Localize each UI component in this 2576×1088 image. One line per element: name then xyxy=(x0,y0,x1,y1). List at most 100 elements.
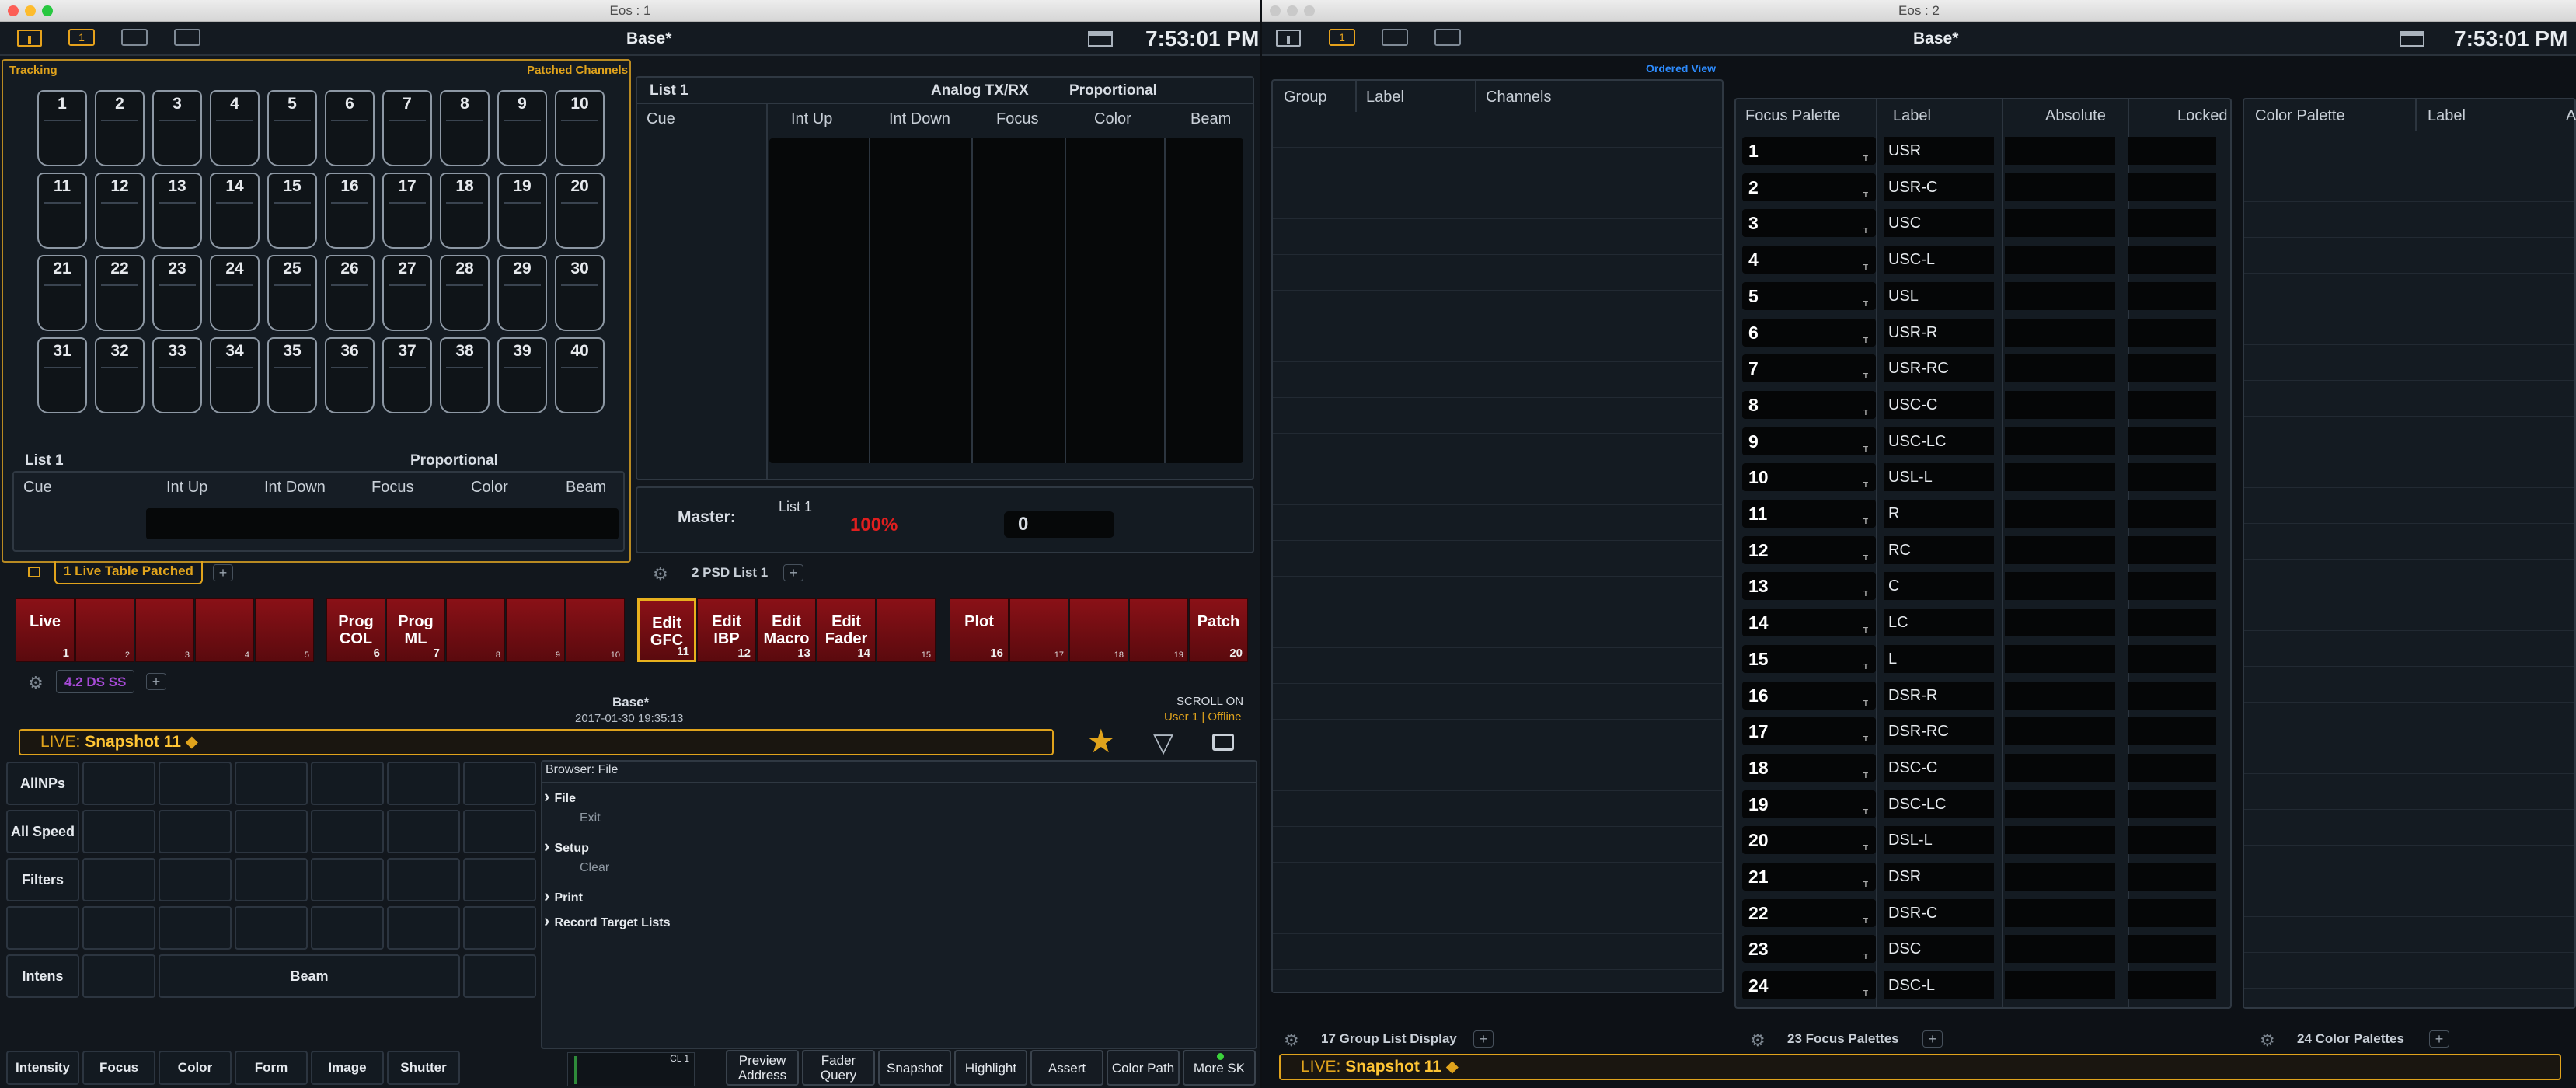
focus-palette-row[interactable]: 21 DSR xyxy=(1742,860,2227,894)
param-shutter-button[interactable]: Shutter xyxy=(387,1051,460,1085)
focus-palette-row[interactable]: 15 L xyxy=(1742,642,2227,676)
focus-palette-row[interactable]: 7 USR-RC xyxy=(1742,351,2227,385)
softkey-12[interactable]: Edit IBP 12 xyxy=(697,598,756,662)
softkey-snapshot[interactable]: Snapshot xyxy=(878,1050,951,1086)
palette-number[interactable]: 14 xyxy=(1742,609,1876,637)
palette-label[interactable]: DSR-R xyxy=(1884,681,1994,710)
palette-number[interactable]: 15 xyxy=(1742,644,1876,673)
gear-icon-ds[interactable]: ⚙ xyxy=(28,673,44,693)
focus-palette-row[interactable]: 10 USL-L xyxy=(1742,460,2227,494)
direct-select-2-3[interactable] xyxy=(235,858,308,901)
palette-number[interactable]: 8 xyxy=(1742,390,1876,419)
palette-number[interactable]: 9 xyxy=(1742,427,1876,455)
channel-30[interactable]: 30 xyxy=(555,255,605,331)
focus-palette-row[interactable]: 13 C xyxy=(1742,569,2227,603)
channel-31[interactable]: 31 xyxy=(37,337,87,413)
focus-palette-row[interactable]: 22 DSR-C xyxy=(1742,896,2227,930)
palette-number[interactable]: 18 xyxy=(1742,753,1876,782)
tab-color-palettes[interactable]: 24 Color Palettes xyxy=(2289,1027,2412,1051)
palette-label[interactable]: LC xyxy=(1884,609,1994,637)
direct-select-2-5[interactable] xyxy=(387,858,460,901)
palette-number[interactable]: 7 xyxy=(1742,354,1876,383)
channel-36[interactable]: 36 xyxy=(325,337,375,413)
focus-palette-row[interactable]: 9 USC-LC xyxy=(1742,424,2227,459)
focus-palette-row[interactable]: 12 RC xyxy=(1742,533,2227,567)
channel-37[interactable]: 37 xyxy=(382,337,432,413)
palette-label[interactable]: USC-LC xyxy=(1884,427,1994,455)
direct-select-3-1[interactable] xyxy=(82,906,155,950)
palette-number[interactable]: 19 xyxy=(1742,790,1876,818)
add-tab-button[interactable]: + xyxy=(213,564,233,581)
star-icon[interactable]: ★ xyxy=(1086,724,1116,758)
palette-number[interactable]: 13 xyxy=(1742,572,1876,601)
channel-39[interactable]: 39 xyxy=(497,337,547,413)
palette-label[interactable]: USL xyxy=(1884,281,1994,310)
palette-number[interactable]: 10 xyxy=(1742,463,1876,492)
palette-label[interactable]: USR-C xyxy=(1884,173,1994,201)
softkey-color-path[interactable]: Color Path xyxy=(1107,1050,1180,1086)
focus-palette-row[interactable]: 1 USR xyxy=(1742,134,2227,168)
softkey-17[interactable]: 17 xyxy=(1009,598,1068,662)
focus-palette-row[interactable]: 17 DSR-RC xyxy=(1742,714,2227,748)
softkey-10[interactable]: 10 xyxy=(566,598,625,662)
focus-palette-row[interactable]: 16 DSR-R xyxy=(1742,678,2227,713)
softkey-20[interactable]: Patch 20 xyxy=(1189,598,1248,662)
palette-label[interactable]: USR-R xyxy=(1884,318,1994,347)
zoom-window-icon-2[interactable] xyxy=(1304,5,1315,16)
direct-select-0-3[interactable] xyxy=(235,762,308,805)
channel-21[interactable]: 21 xyxy=(37,255,87,331)
palette-label[interactable]: USR xyxy=(1884,137,1994,165)
palette-number[interactable]: 22 xyxy=(1742,898,1876,927)
close-window-icon-2[interactable] xyxy=(1270,5,1281,16)
channel-18[interactable]: 18 xyxy=(440,173,490,249)
softkey-2[interactable]: 2 xyxy=(75,598,134,662)
direct-select-3-5[interactable] xyxy=(387,906,460,950)
palette-number[interactable]: 17 xyxy=(1742,717,1876,746)
close-window-icon[interactable] xyxy=(8,5,19,16)
channel-23[interactable]: 23 xyxy=(152,255,202,331)
channel-2[interactable]: 2 xyxy=(95,90,145,166)
softkey-query[interactable]: Fader Query xyxy=(802,1050,875,1086)
channel-3[interactable]: 3 xyxy=(152,90,202,166)
softkey-1[interactable]: Live 1 xyxy=(16,598,75,662)
gear-icon-focus[interactable]: ⚙ xyxy=(1750,1030,1766,1051)
direct-select-1-5[interactable] xyxy=(387,810,460,853)
direct-select-1-2[interactable] xyxy=(159,810,232,853)
channel-34[interactable]: 34 xyxy=(210,337,260,413)
browser-item-clear[interactable]: Clear xyxy=(580,861,609,875)
channel-29[interactable]: 29 xyxy=(497,255,547,331)
live-command-line[interactable]: LIVE: Snapshot 11 ◆ xyxy=(19,729,1054,755)
lock-icon[interactable] xyxy=(28,567,40,577)
channel-4[interactable]: 4 xyxy=(210,90,260,166)
channel-20[interactable]: 20 xyxy=(555,173,605,249)
softkey-16[interactable]: Plot 16 xyxy=(950,598,1009,662)
param-intensity-button[interactable]: Intensity xyxy=(6,1051,79,1085)
palette-number[interactable]: 21 xyxy=(1742,863,1876,891)
direct-select-2-2[interactable] xyxy=(159,858,232,901)
focus-palette-row[interactable]: 5 USL xyxy=(1742,279,2227,313)
direct-select-0-4[interactable] xyxy=(311,762,384,805)
palette-label[interactable]: C xyxy=(1884,572,1994,601)
direct-select-2-0[interactable]: Filters xyxy=(6,858,79,901)
channel-40[interactable]: 40 xyxy=(555,337,605,413)
channel-1[interactable]: 1 xyxy=(37,90,87,166)
direct-select-0-1[interactable] xyxy=(82,762,155,805)
palette-number[interactable]: 4 xyxy=(1742,246,1876,274)
direct-select-4-0[interactable]: Intens xyxy=(6,954,79,998)
softkey-6[interactable]: Prog COL 6 xyxy=(326,598,385,662)
direct-select-2-6[interactable] xyxy=(463,858,536,901)
channel-26[interactable]: 26 xyxy=(325,255,375,331)
direct-select-2-4[interactable] xyxy=(311,858,384,901)
add-tab-group[interactable]: + xyxy=(1473,1030,1494,1048)
direct-select-0-2[interactable] xyxy=(159,762,232,805)
tab-page-2-button[interactable] xyxy=(121,29,148,46)
softkey-9[interactable]: 9 xyxy=(506,598,565,662)
layout-icon[interactable] xyxy=(17,30,42,47)
softkey-3[interactable]: 3 xyxy=(135,598,194,662)
layout-icon-2[interactable] xyxy=(1276,30,1301,47)
palette-label[interactable]: DSR-C xyxy=(1884,898,1994,927)
tab-page-1-button-2[interactable]: 1 xyxy=(1329,29,1355,46)
channel-12[interactable]: 12 xyxy=(95,173,145,249)
palette-number[interactable]: 3 xyxy=(1742,209,1876,238)
channel-19[interactable]: 19 xyxy=(497,173,547,249)
